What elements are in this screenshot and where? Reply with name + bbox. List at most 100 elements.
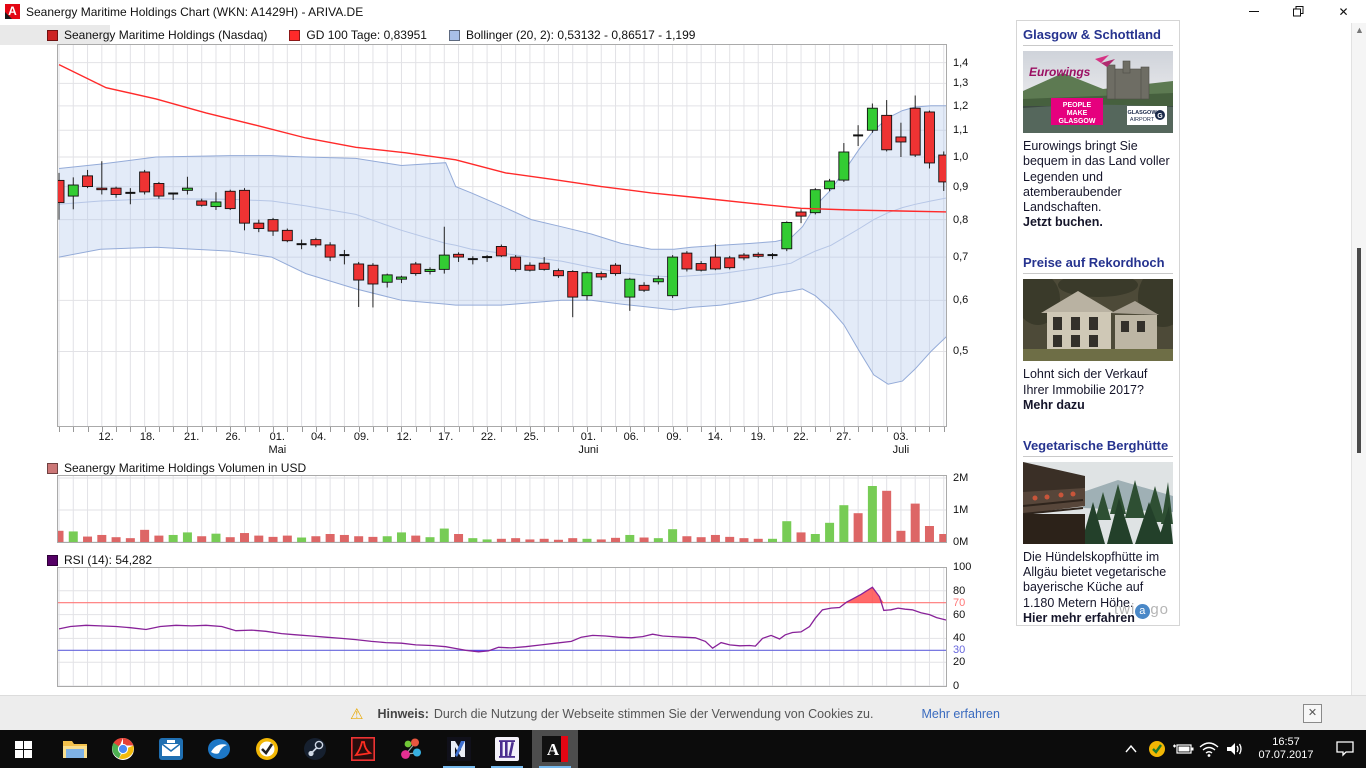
x-tick-mark	[544, 427, 545, 432]
x-tick-mark	[501, 427, 502, 432]
x-tick-label: 04.	[311, 431, 326, 443]
tray-wifi-icon[interactable]	[1196, 730, 1222, 768]
scroll-up-arrow[interactable]: ▲	[1352, 23, 1366, 38]
tray-date: 07.07.2017	[1248, 749, 1324, 762]
twiago-logo[interactable]: twiago	[1114, 601, 1169, 619]
cookie-more-link[interactable]: Mehr erfahren	[921, 707, 1000, 721]
x-tick-label: 14.	[708, 431, 723, 443]
x-tick-mark	[558, 427, 559, 432]
minimize-button[interactable]	[1231, 0, 1276, 23]
tray-volume-icon[interactable]	[1222, 730, 1248, 768]
page-scrollbar[interactable]: ▲ ▼	[1351, 23, 1366, 730]
x-tick-label: 26.	[225, 431, 240, 443]
x-tick-mark	[830, 427, 831, 432]
ariva-taskbar-icon: A	[542, 736, 568, 762]
taskbar-steam[interactable]	[292, 730, 338, 768]
price-tick: 1,2	[953, 100, 968, 112]
x-tick-mark	[687, 427, 688, 432]
library-icon	[495, 737, 519, 761]
x-tick-mark	[929, 427, 930, 432]
ad-glasgow-cta[interactable]: Jetzt buchen.	[1023, 215, 1173, 229]
tray-time: 16:57	[1248, 736, 1324, 749]
price-tick: 0,8	[953, 214, 968, 226]
glasgow-airport-badge: GLASGOW AIRPORT G	[1127, 106, 1167, 125]
x-tick-mark	[915, 427, 916, 432]
taskbar-acrobat[interactable]	[340, 730, 386, 768]
rsi-tick: 30	[953, 644, 965, 656]
x-tick-label: 03.	[893, 431, 908, 443]
x-tick-label: 18.	[140, 431, 155, 443]
ad-glasgow: Glasgow & Schottland	[1023, 27, 1173, 229]
x-tick-mark	[287, 427, 288, 432]
ad-berghuette-heading[interactable]: Vegetarische Berghütte	[1023, 438, 1173, 457]
price-tick: 1,1	[953, 124, 968, 136]
start-button[interactable]	[0, 730, 46, 768]
steam-icon	[304, 738, 326, 760]
x-tick-mark	[373, 427, 374, 432]
price-tick: 1,0	[953, 151, 968, 163]
ad-glasgow-heading[interactable]: Glasgow & Schottland	[1023, 27, 1173, 46]
desktop-screen: A Seanergy Maritime Holdings Chart (WKN:…	[0, 0, 1366, 768]
tray-chevron-icon[interactable]	[1118, 730, 1144, 768]
page-content: Seanergy Maritime Holdings (Nasdaq) GD 1…	[0, 23, 1366, 730]
svg-text:AIRPORT: AIRPORT	[1130, 117, 1155, 123]
x-tick-mark	[59, 427, 60, 432]
taskbar-ariva[interactable]: A	[532, 730, 578, 768]
nasdaq-icon	[447, 737, 471, 761]
rsi-tick: 80	[953, 585, 965, 597]
rsi-legend: RSI (14): 54,282	[47, 553, 174, 567]
rsi-tick: 0	[953, 680, 959, 692]
cookie-notice-bar: ⚠ Hinweis: Durch die Nutzung der Webseit…	[0, 695, 1366, 730]
x-tick-mark	[658, 427, 659, 432]
tray-norton-icon[interactable]	[1144, 730, 1170, 768]
ad-immobilie-cta[interactable]: Mehr dazu	[1023, 398, 1173, 412]
x-tick-label: 19.	[751, 431, 766, 443]
rsi-tick: 20	[953, 656, 965, 668]
scroll-thumb[interactable]	[1357, 248, 1361, 453]
ad-glasgow-image[interactable]: Eurowings PEOPLE MAKE GLASGOW GLASGOW AI…	[1023, 51, 1173, 133]
ad-immobilie: Preise auf Rekordhoch	[1023, 255, 1173, 412]
x-tick-mark	[202, 427, 203, 432]
taskbar-share[interactable]	[388, 730, 434, 768]
taskbar-file-explorer[interactable]	[52, 730, 98, 768]
x-tick-mark	[159, 427, 160, 432]
price-tick: 1,3	[953, 77, 968, 89]
rsi-tick: 60	[953, 609, 965, 621]
tray-clock[interactable]: 16:57 07.07.2017	[1248, 736, 1324, 762]
x-tick-mark	[616, 427, 617, 432]
x-tick-mark	[430, 427, 431, 432]
taskbar-norton[interactable]	[244, 730, 290, 768]
ad-berghuette-image[interactable]	[1023, 462, 1173, 544]
window-title: Seanergy Maritime Holdings Chart (WKN: A…	[26, 5, 363, 19]
ad-immobilie-heading[interactable]: Preise auf Rekordhoch	[1023, 255, 1173, 274]
action-center-icon[interactable]	[1324, 730, 1366, 768]
restore-button[interactable]	[1276, 0, 1321, 23]
taskbar-chrome[interactable]	[100, 730, 146, 768]
x-tick-mark	[88, 427, 89, 432]
x-tick-label: 09.	[354, 431, 369, 443]
minimize-icon	[1249, 11, 1259, 12]
ad-immobilie-image[interactable]	[1023, 279, 1173, 361]
price-legend-swatch	[47, 30, 58, 41]
cookie-close-button[interactable]: ✕	[1303, 704, 1322, 723]
taskbar-nasdaq[interactable]	[436, 730, 482, 768]
tray-battery-icon[interactable]	[1170, 730, 1196, 768]
bollinger-legend-label: Bollinger (20, 2): 0,53132 - 0,86517 - 1…	[466, 28, 696, 42]
svg-text:MAKE: MAKE	[1067, 110, 1088, 117]
x-month-label: Juli	[893, 444, 910, 456]
x-tick-mark	[573, 427, 574, 432]
x-tick-label: 27.	[836, 431, 851, 443]
taskbar-mail[interactable]	[148, 730, 194, 768]
x-tick-mark	[858, 427, 859, 432]
volume-tick: 1M	[953, 504, 968, 516]
x-tick-label: 25.	[524, 431, 539, 443]
taskbar-library[interactable]	[484, 730, 530, 768]
close-button[interactable]: ✕	[1321, 0, 1366, 23]
x-tick-mark	[516, 427, 517, 432]
price-legend-label: Seanergy Maritime Holdings (Nasdaq)	[64, 28, 267, 42]
x-tick-label: 21.	[184, 431, 199, 443]
x-month-label: Juni	[578, 444, 598, 456]
rsi-legend-label: RSI (14): 54,282	[64, 553, 152, 567]
volume-tick: 0M	[953, 536, 968, 548]
taskbar-openoffice[interactable]	[196, 730, 242, 768]
